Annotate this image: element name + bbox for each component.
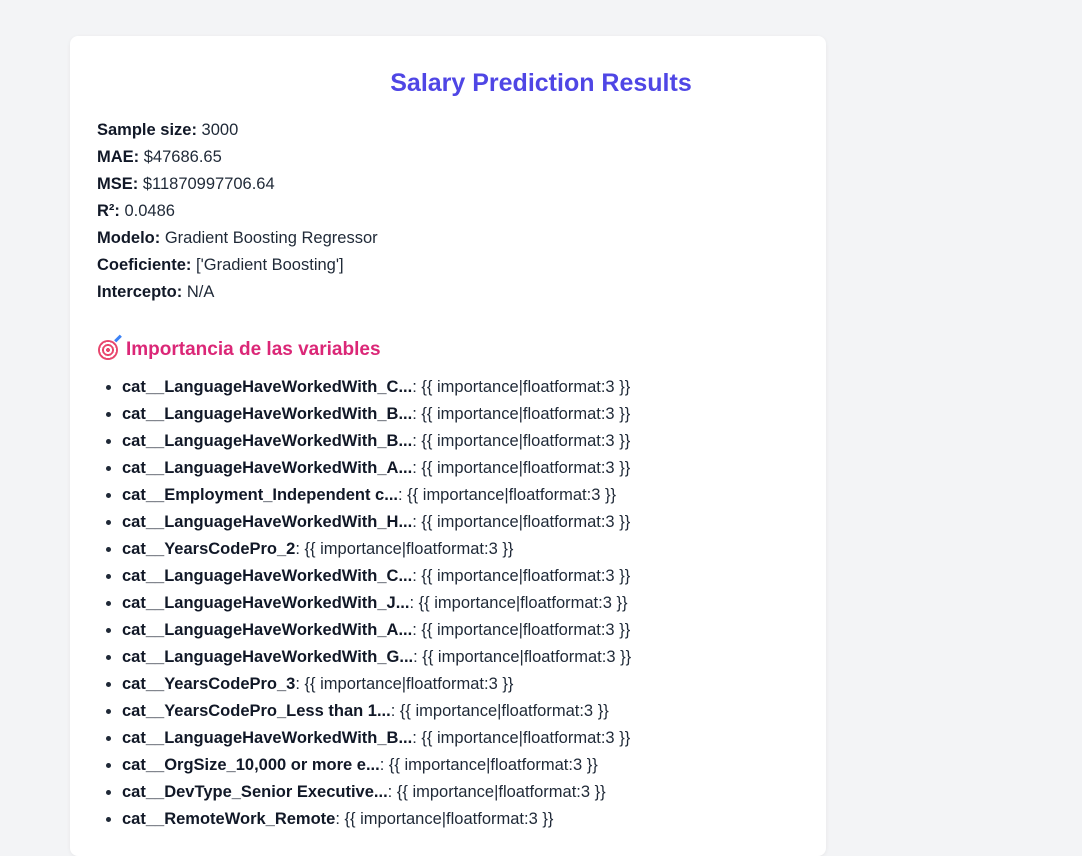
list-item: cat__RemoteWork_Remote: {{ importance|fl… <box>122 806 631 833</box>
feature-importance: : {{ importance|floatformat:3 }} <box>412 378 631 396</box>
metric-value: $47686.65 <box>139 148 222 166</box>
list-item: cat__YearsCodePro_2: {{ importance|float… <box>122 536 631 563</box>
metric-value: N/A <box>182 283 215 301</box>
feature-name: cat__LanguageHaveWorkedWith_G... <box>122 648 414 666</box>
feature-name: cat__Employment_Independent c... <box>122 486 398 504</box>
feature-name: cat__LanguageHaveWorkedWith_H... <box>122 513 413 531</box>
feature-name: cat__LanguageHaveWorkedWith_C... <box>122 378 413 396</box>
metric-row: Sample size: 3000 <box>97 117 378 144</box>
list-item: cat__LanguageHaveWorkedWith_B...: {{ imp… <box>122 401 631 428</box>
feature-name: cat__YearsCodePro_2 <box>122 540 296 558</box>
metric-value: 0.0486 <box>119 202 175 220</box>
feature-importance: : {{ importance|floatformat:3 }} <box>412 729 631 747</box>
feature-importance: : {{ importance|floatformat:3 }} <box>387 783 606 801</box>
target-icon <box>98 340 118 360</box>
feature-importance: : {{ importance|floatformat:3 }} <box>398 486 616 504</box>
list-item: cat__YearsCodePro_Less than 1...: {{ imp… <box>122 698 631 725</box>
metric-value: Gradient Boosting Regressor <box>160 229 378 247</box>
metric-label: Sample size: <box>97 121 197 139</box>
page-title: Salary Prediction Results <box>390 69 692 97</box>
list-item: cat__LanguageHaveWorkedWith_A...: {{ imp… <box>122 455 631 482</box>
feature-name: cat__LanguageHaveWorkedWith_B... <box>122 405 413 423</box>
metric-value: $11870997706.64 <box>138 175 275 193</box>
feature-importance: : {{ importance|floatformat:3 }} <box>412 459 631 477</box>
importance-list: cat__LanguageHaveWorkedWith_C...: {{ imp… <box>97 374 631 833</box>
feature-importance: : {{ importance|floatformat:3 }} <box>390 702 609 720</box>
metric-value: ['Gradient Boosting'] <box>191 256 344 274</box>
metric-label: MAE: <box>97 148 140 166</box>
list-item: cat__YearsCodePro_3: {{ importance|float… <box>122 671 631 698</box>
list-item: cat__LanguageHaveWorkedWith_J...: {{ imp… <box>122 590 631 617</box>
feature-name: cat__LanguageHaveWorkedWith_A... <box>122 459 413 477</box>
metrics-list: Sample size: 3000 MAE: $47686.65 MSE: $118… <box>97 117 378 306</box>
feature-name: cat__LanguageHaveWorkedWith_B... <box>122 729 413 747</box>
feature-importance: : {{ importance|floatformat:3 }} <box>295 540 514 558</box>
feature-name: cat__LanguageHaveWorkedWith_C... <box>122 567 413 585</box>
metric-row: Coeficiente: ['Gradient Boosting'] <box>97 252 378 279</box>
feature-importance: : {{ importance|floatformat:3 }} <box>295 675 514 693</box>
metric-row: Modelo: Gradient Boosting Regressor <box>97 225 378 252</box>
feature-importance: : {{ importance|floatformat:3 }} <box>409 594 628 612</box>
metric-label: Intercepto: <box>97 283 183 301</box>
feature-importance: : {{ importance|floatformat:3 }} <box>412 432 631 450</box>
feature-name: cat__YearsCodePro_3 <box>122 675 296 693</box>
metric-row: R²: 0.0486 <box>97 198 378 225</box>
feature-name: cat__LanguageHaveWorkedWith_A... <box>122 621 413 639</box>
feature-importance: : {{ importance|floatformat:3 }} <box>413 648 632 666</box>
metric-label: Coeficiente: <box>97 256 192 274</box>
feature-importance: : {{ importance|floatformat:3 }} <box>412 513 631 531</box>
importance-heading: Importancia de las variables <box>98 337 381 363</box>
feature-name: cat__LanguageHaveWorkedWith_B... <box>122 432 413 450</box>
metric-label: R²: <box>97 202 120 220</box>
metric-label: MSE: <box>97 175 139 193</box>
feature-name: cat__RemoteWork_Remote <box>122 810 336 828</box>
feature-importance: : {{ importance|floatformat:3 }} <box>335 810 554 828</box>
feature-importance: : {{ importance|floatformat:3 }} <box>412 621 631 639</box>
metric-row: MSE: $11870997706.64 <box>97 171 378 198</box>
metric-row: MAE: $47686.65 <box>97 144 378 171</box>
feature-name: cat__LanguageHaveWorkedWith_J... <box>122 594 410 612</box>
feature-name: cat__YearsCodePro_Less than 1... <box>122 702 391 720</box>
feature-name: cat__DevType_Senior Executive... <box>122 783 388 801</box>
list-item: cat__LanguageHaveWorkedWith_A...: {{ imp… <box>122 617 631 644</box>
feature-importance: : {{ importance|floatformat:3 }} <box>412 567 631 585</box>
metric-label: Modelo: <box>97 229 161 247</box>
metric-value: 3000 <box>196 121 239 139</box>
list-item: cat__LanguageHaveWorkedWith_G...: {{ imp… <box>122 644 631 671</box>
list-item: cat__LanguageHaveWorkedWith_H...: {{ imp… <box>122 509 631 536</box>
feature-name: cat__OrgSize_10,000 or more e... <box>122 756 380 774</box>
list-item: cat__LanguageHaveWorkedWith_C...: {{ imp… <box>122 563 631 590</box>
list-item: cat__LanguageHaveWorkedWith_B...: {{ imp… <box>122 428 631 455</box>
list-item: cat__OrgSize_10,000 or more e...: {{ imp… <box>122 752 631 779</box>
feature-importance: : {{ importance|floatformat:3 }} <box>412 405 631 423</box>
feature-importance: : {{ importance|floatformat:3 }} <box>379 756 598 774</box>
list-item: cat__LanguageHaveWorkedWith_B...: {{ imp… <box>122 725 631 752</box>
metric-row: Intercepto: N/A <box>97 279 378 306</box>
list-item: cat__Employment_Independent c...: {{ imp… <box>122 482 631 509</box>
list-item: cat__DevType_Senior Executive...: {{ imp… <box>122 779 631 806</box>
list-item: cat__LanguageHaveWorkedWith_C...: {{ imp… <box>122 374 631 401</box>
